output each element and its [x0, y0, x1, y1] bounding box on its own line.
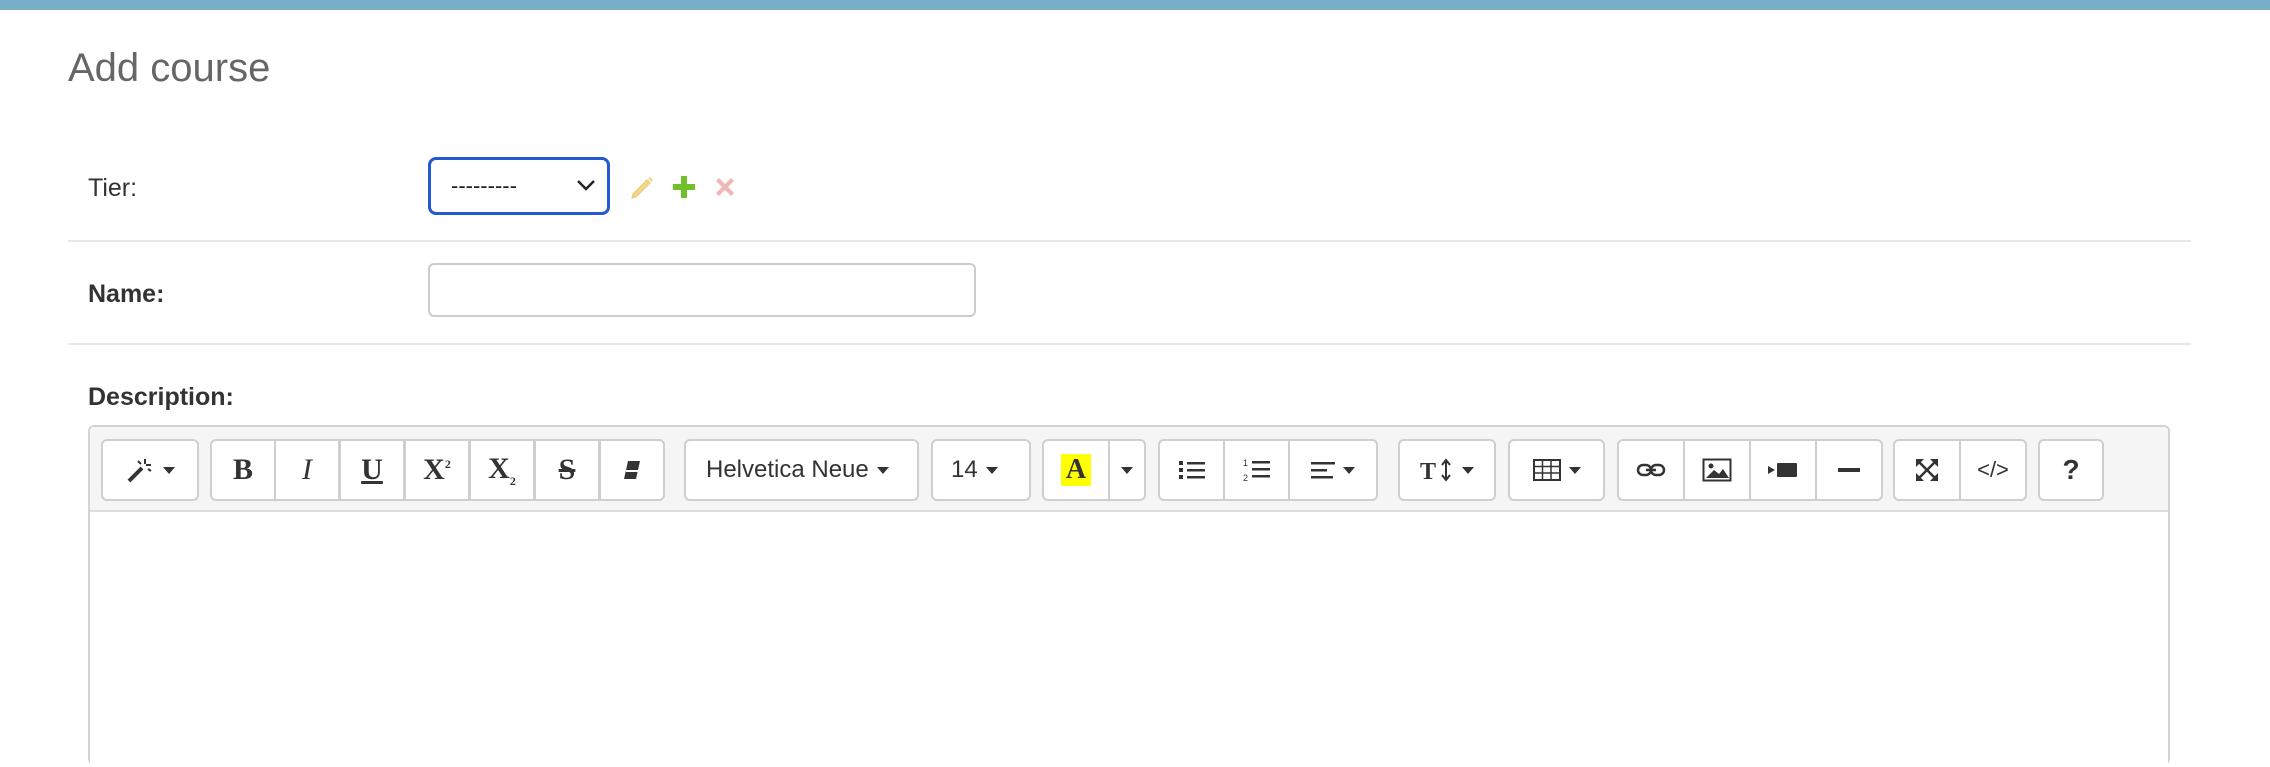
insert-link-button[interactable]: [1617, 439, 1685, 501]
description-label: Description:: [88, 383, 234, 411]
subscript-button[interactable]: X2: [469, 439, 535, 501]
italic-icon: I: [302, 453, 312, 486]
fullscreen-button[interactable]: [1893, 439, 1961, 501]
caret-down-icon: [1568, 466, 1581, 474]
line-height-dropdown[interactable]: T: [1398, 439, 1496, 501]
caret-down-icon: [876, 466, 889, 474]
text-height-icon: T: [1420, 458, 1451, 483]
name-input[interactable]: [428, 263, 976, 317]
svg-text:T: T: [1420, 459, 1436, 483]
tier-label: Tier:: [88, 174, 138, 202]
superscript-button[interactable]: X2: [404, 439, 470, 501]
picture-icon: [1702, 458, 1732, 482]
delete-x-icon[interactable]: [712, 174, 738, 200]
caret-down-icon: [1121, 466, 1133, 474]
rich-text-editor: B I U X2 X2 S Helvetica Neue 14 A 1 2 T …: [88, 425, 2170, 767]
bold-button[interactable]: B: [210, 439, 276, 501]
font-size-value: 14: [951, 456, 978, 483]
underline-icon: U: [361, 453, 383, 486]
svg-text:2: 2: [1243, 473, 1248, 483]
highlight-a-icon: A: [1060, 454, 1092, 486]
style-dropdown-button[interactable]: [101, 439, 199, 501]
help-button[interactable]: ?: [2038, 439, 2104, 501]
font-family-dropdown[interactable]: Helvetica Neue: [684, 439, 919, 501]
underline-button[interactable]: U: [339, 439, 405, 501]
strikethrough-icon: S: [558, 453, 576, 486]
eraser-icon: [624, 461, 640, 479]
magic-wand-icon: [127, 459, 152, 483]
name-label: Name:: [88, 280, 165, 308]
svg-text:1: 1: [1243, 458, 1248, 468]
caret-down-icon: [1343, 466, 1355, 474]
align-left-icon: [1311, 462, 1335, 479]
editor-content-area[interactable]: [90, 512, 2168, 767]
paragraph-align-dropdown[interactable]: [1288, 439, 1378, 501]
unordered-list-button[interactable]: [1158, 439, 1225, 501]
tier-select-value: ---------: [451, 173, 517, 198]
color-dropdown-button[interactable]: [1108, 439, 1146, 501]
bullet-list-icon: [1178, 461, 1205, 479]
header-bar: [0, 0, 2270, 10]
caret-down-icon: [985, 466, 998, 474]
editor-toolbar: B I U X2 X2 S Helvetica Neue 14 A 1 2 T …: [90, 427, 2168, 512]
code-icon: </>: [1977, 457, 2009, 482]
row-divider: [68, 240, 2191, 242]
table-dropdown[interactable]: [1508, 439, 1605, 501]
subscript-icon: X2: [488, 451, 516, 488]
numbered-list-icon: 1 2: [1243, 458, 1270, 483]
expand-icon: [1916, 459, 1938, 481]
page-title: Add course: [68, 46, 271, 90]
chevron-down-icon: [577, 180, 595, 191]
caret-down-icon: [1462, 466, 1474, 474]
strikethrough-button[interactable]: S: [534, 439, 600, 501]
font-size-dropdown[interactable]: 14: [931, 439, 1031, 501]
question-mark-icon: ?: [2062, 454, 2080, 485]
font-family-value: Helvetica Neue: [706, 456, 869, 483]
caret-down-icon: [163, 466, 175, 474]
clear-format-button[interactable]: [599, 439, 665, 501]
link-icon: [1636, 463, 1666, 477]
video-icon: [1768, 463, 1797, 477]
horizontal-rule-button[interactable]: [1815, 439, 1883, 501]
minus-icon: [1838, 468, 1860, 472]
insert-video-button[interactable]: [1749, 439, 1817, 501]
superscript-icon: X2: [423, 453, 451, 486]
edit-pencil-icon[interactable]: [629, 174, 655, 200]
italic-button[interactable]: I: [274, 439, 340, 501]
insert-image-button[interactable]: [1683, 439, 1751, 501]
row-divider: [68, 343, 2191, 345]
tier-select[interactable]: ---------: [428, 157, 610, 215]
text-color-button[interactable]: A: [1042, 439, 1110, 501]
add-plus-icon[interactable]: [671, 174, 697, 200]
code-view-button[interactable]: </>: [1959, 439, 2027, 501]
bold-icon: B: [232, 453, 253, 486]
table-icon: [1532, 459, 1561, 481]
ordered-list-button[interactable]: 1 2: [1223, 439, 1290, 501]
